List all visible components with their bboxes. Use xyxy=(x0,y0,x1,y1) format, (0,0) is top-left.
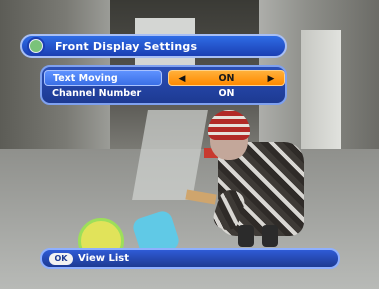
left-arrow-icon[interactable]: ◀ xyxy=(175,71,189,87)
setting-label: Text Moving xyxy=(44,70,162,86)
setting-label: Channel Number xyxy=(52,88,142,99)
settings-panel: Text Moving ◀ ON ▶ Channel Number ON xyxy=(40,65,287,105)
child-leg-left xyxy=(238,225,254,247)
setting-row-channel-number[interactable]: Channel Number ON xyxy=(44,86,285,102)
setting-value-selector[interactable]: ◀ ON ▶ xyxy=(168,70,285,86)
right-arrow-icon[interactable]: ▶ xyxy=(264,71,278,87)
osd-header: Front Display Settings xyxy=(20,34,287,58)
settings-icon xyxy=(27,37,45,55)
view-list-label: View List xyxy=(78,253,130,264)
child-leg-right xyxy=(262,225,278,247)
setting-row-text-moving[interactable]: Text Moving ◀ ON ▶ xyxy=(44,70,285,86)
setting-value: ON xyxy=(218,88,235,99)
ok-key-icon[interactable]: OK xyxy=(49,253,73,265)
setting-value: ON xyxy=(218,73,235,84)
osd-footer: OK View List xyxy=(40,248,340,269)
osd-title: Front Display Settings xyxy=(55,40,198,53)
